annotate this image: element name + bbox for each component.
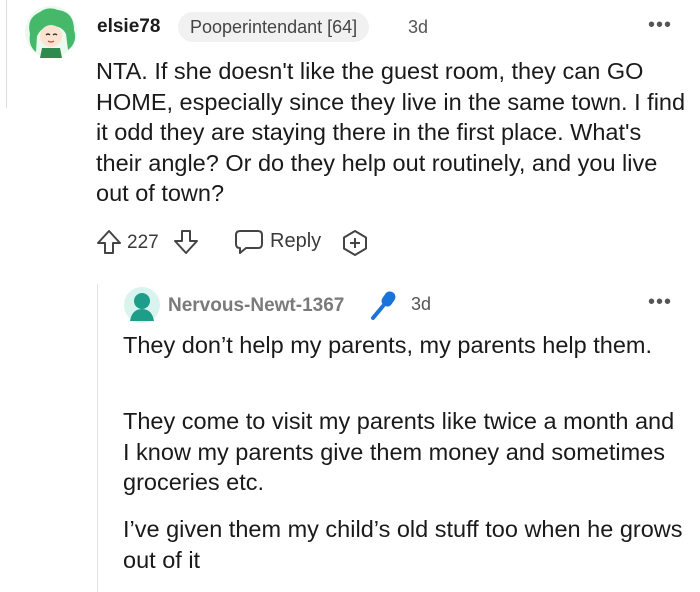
reply-bubble-icon[interactable]: [234, 227, 264, 255]
microphone-icon: [371, 291, 396, 320]
avatar[interactable]: [22, 4, 80, 60]
reply-avatar[interactable]: [124, 287, 160, 323]
reply-thread-line[interactable]: [97, 284, 98, 592]
thread-line-outer: [6, 0, 7, 108]
reply-author[interactable]: Nervous-Newt-1367: [168, 295, 344, 317]
user-flair: Pooperintendant [64]: [178, 12, 370, 42]
reply-more-options-icon[interactable]: •••: [648, 292, 672, 312]
comment-author[interactable]: elsie78: [97, 16, 160, 38]
award-plus-icon[interactable]: [341, 229, 369, 257]
upvote-arrow-icon[interactable]: [96, 229, 122, 255]
comment-age: 3d: [408, 17, 429, 37]
downvote-arrow-icon[interactable]: [173, 229, 199, 255]
more-options-icon[interactable]: •••: [648, 15, 672, 35]
reply-age: 3d: [411, 294, 432, 314]
reply-paragraph: They don’t help my parents, my parents h…: [123, 332, 653, 358]
reply-paragraph: They come to visit my parents like twice…: [123, 408, 675, 495]
vote-score: 227: [127, 232, 159, 253]
reply-button[interactable]: Reply: [270, 230, 321, 253]
reply-paragraph: I’ve given them my child’s old stuff too…: [123, 516, 683, 573]
comment-body: NTA. If she doesn't like the guest room,…: [96, 58, 686, 206]
